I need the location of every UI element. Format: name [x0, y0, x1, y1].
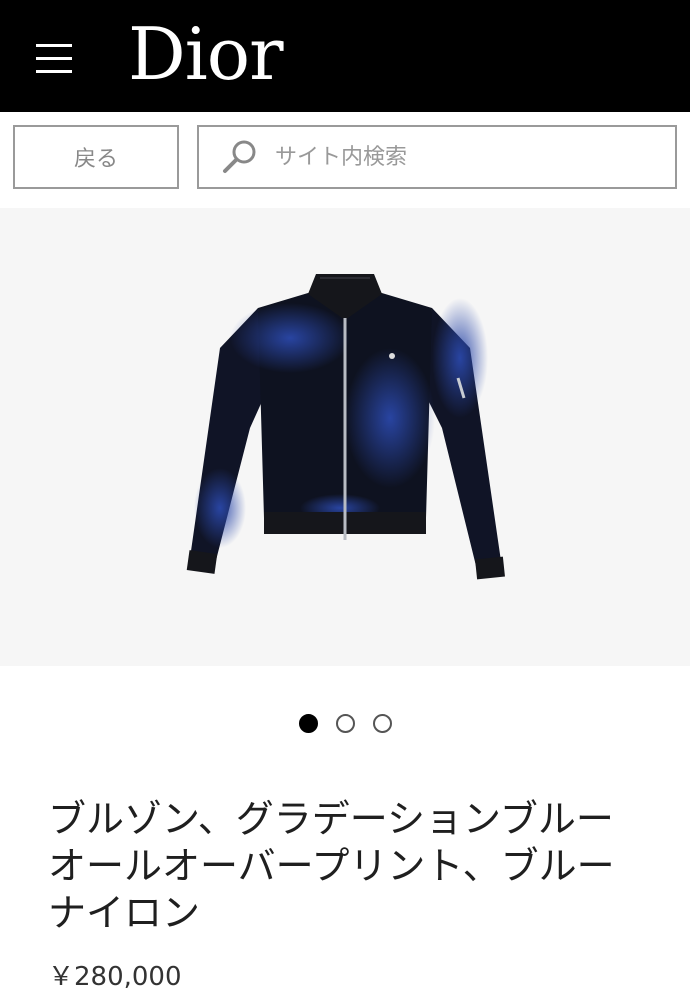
- search-icon[interactable]: [217, 135, 261, 179]
- top-bar: Dior: [0, 0, 690, 112]
- carousel-dot-1[interactable]: [298, 714, 318, 733]
- product-price: ￥280,000: [48, 962, 182, 992]
- jacket-product-image: [186, 274, 505, 580]
- product-title: ブルゾン、グラデーションブルー オールオーバープリント、ブルー ナイロン: [48, 797, 615, 935]
- hamburger-icon-line: [36, 44, 72, 47]
- carousel-dots: [0, 714, 690, 736]
- carousel-dot-3[interactable]: [372, 714, 392, 733]
- search-box[interactable]: [197, 125, 677, 189]
- search-input[interactable]: [275, 137, 655, 177]
- hamburger-icon-line: [36, 57, 72, 60]
- menu-button[interactable]: [36, 42, 72, 76]
- carousel-dot-2[interactable]: [335, 714, 355, 733]
- back-button[interactable]: 戻る: [13, 125, 179, 189]
- product-image-area[interactable]: [0, 208, 690, 666]
- brand-logo[interactable]: Dior: [128, 14, 284, 94]
- hamburger-icon-line: [36, 70, 72, 73]
